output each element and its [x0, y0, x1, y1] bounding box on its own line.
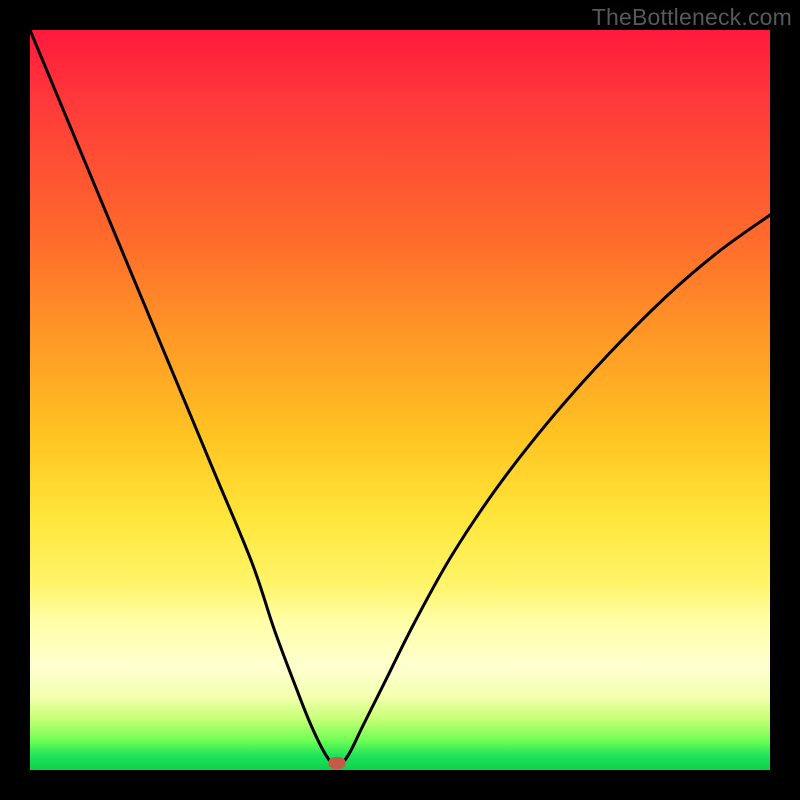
chart-frame: TheBottleneck.com — [0, 0, 800, 800]
curve-path — [30, 30, 770, 766]
bottleneck-curve — [30, 30, 770, 770]
watermark-text: TheBottleneck.com — [592, 4, 792, 31]
plot-area — [30, 30, 770, 770]
optimal-marker — [329, 757, 346, 769]
